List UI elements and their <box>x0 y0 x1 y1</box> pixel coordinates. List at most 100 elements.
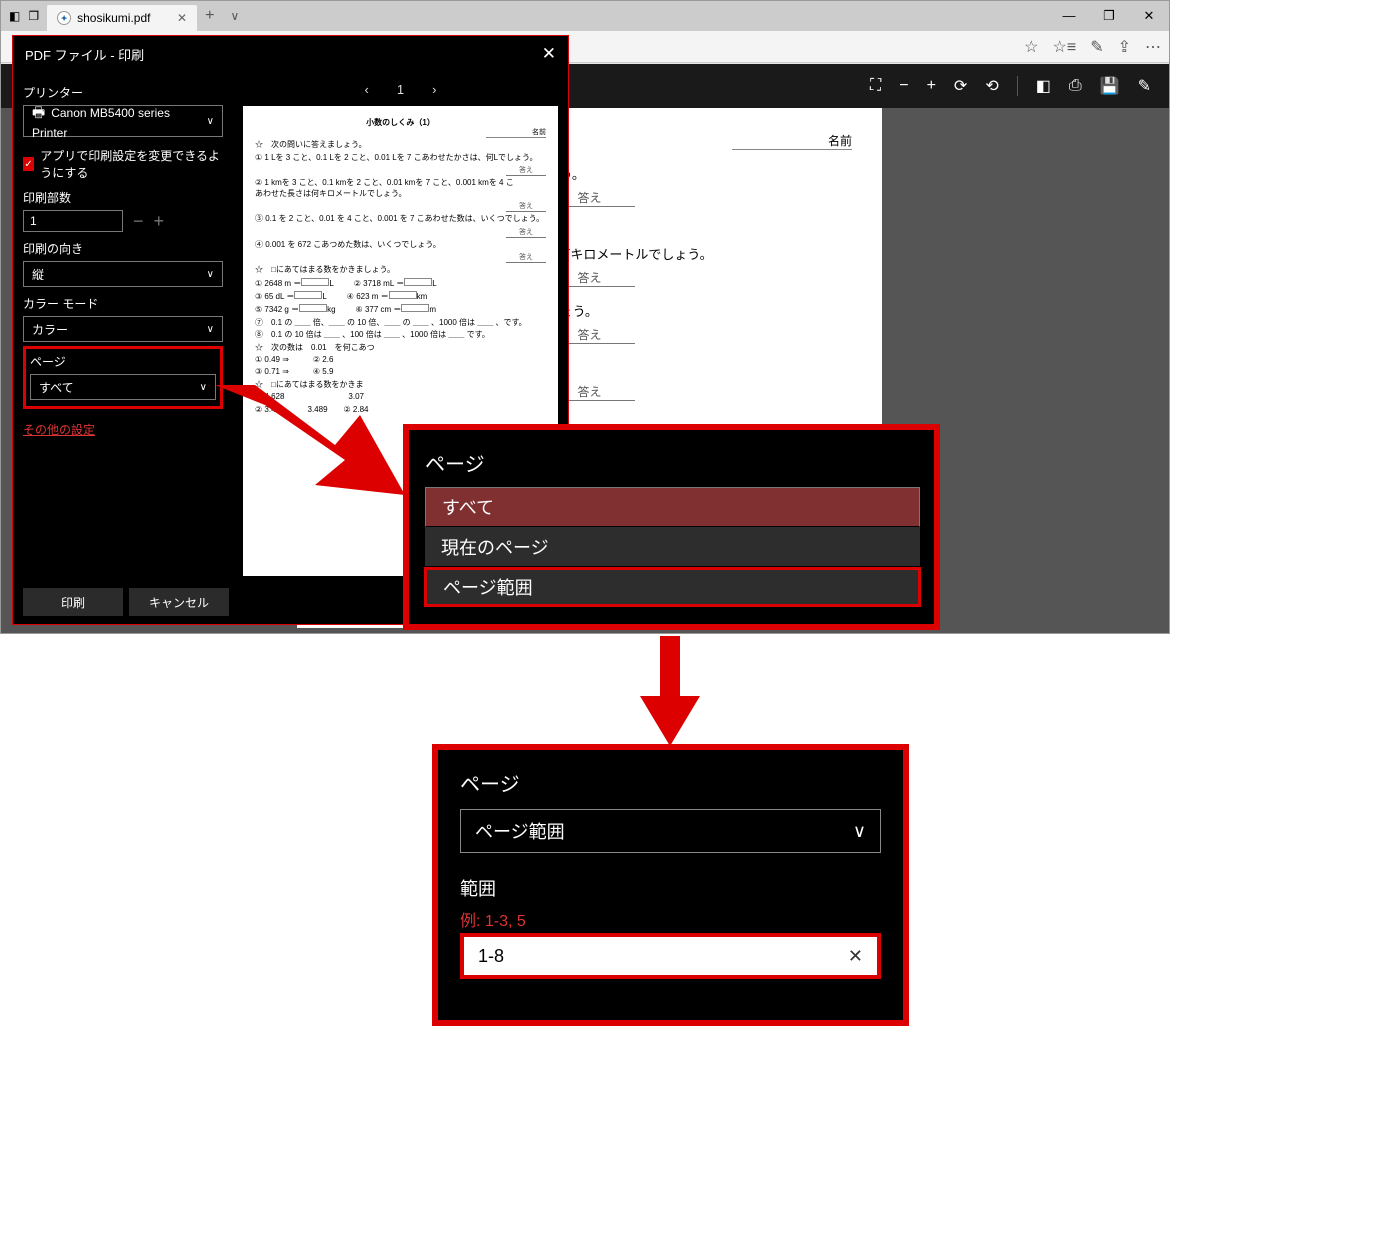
printer-select[interactable]: 🖶Canon MB5400 series Printer ∨ <box>23 105 223 137</box>
prev-r6: ① 0.49 ⇒ ② 2.6 <box>255 355 546 365</box>
cancel-button[interactable]: キャンセル <box>129 588 229 616</box>
pages-select[interactable]: すべて ∨ <box>30 374 216 400</box>
range-example: 例: 1-3, 5 <box>460 907 881 931</box>
range-pages-label: ページ <box>460 768 881 797</box>
pages-dropdown-callout: ページ すべて 現在のページ ページ範囲 <box>403 424 940 630</box>
new-tab-button[interactable]: + <box>197 7 222 25</box>
prev-p1: ☆ 次の問いに答えましょう。 <box>255 140 546 150</box>
clear-input-icon[interactable]: ✕ <box>848 946 863 967</box>
prev-p7: ☆ 次の数は 0.01 を何こあつ <box>255 343 546 353</box>
copies-input[interactable] <box>23 210 123 232</box>
pen-icon[interactable]: ✎ <box>1090 37 1103 57</box>
dialog-close-button[interactable]: ✕ <box>542 44 556 64</box>
page-number: 1 <box>397 82 404 97</box>
prev-r5: ⑧ 0.1 の 10 倍は ＿＿ 、100 倍は ＿＿ 、1000 倍は ＿＿ … <box>255 330 546 340</box>
app-setting-label: アプリで印刷設定を変更できるようにする <box>40 147 223 181</box>
copies-plus[interactable]: + <box>154 211 165 232</box>
range-label: 範囲 <box>460 875 881 901</box>
zoom-in-icon[interactable]: + <box>927 77 936 95</box>
preview-pager: ‹ 1 › <box>233 72 568 106</box>
callout-arrow-2 <box>640 636 700 746</box>
checkbox-checked-icon: ✓ <box>23 157 34 171</box>
color-value: カラー <box>32 321 68 338</box>
printer-value: Canon MB5400 series Printer <box>32 106 170 140</box>
app-icon-2: ❐ <box>28 9 39 23</box>
prev-r4: ⑦ 0.1 の ＿＿ 倍、＿＿ の 10 倍、＿＿ の ＿＿ 、1000 倍は … <box>255 318 546 328</box>
app-setting-checkbox[interactable]: ✓ アプリで印刷設定を変更できるようにする <box>23 147 223 181</box>
other-settings-link[interactable]: その他の設定 <box>23 421 223 438</box>
tab-close-icon[interactable]: ✕ <box>177 11 187 25</box>
page-range-callout: ページ ページ範囲 ∨ 範囲 例: 1-3, 5 1-8 ✕ <box>432 744 909 1026</box>
prev-p4: ③ 0.1 を 2 こと、0.01 を 4 こと、0.001 を 7 こあわせた… <box>255 214 546 224</box>
dialog-header: PDF ファイル - 印刷 ✕ <box>13 36 568 72</box>
color-select[interactable]: カラー ∨ <box>23 316 223 342</box>
zoom-out-icon[interactable]: − <box>899 77 908 95</box>
prev-p2: ① 1 Lを 3 こと、0.1 Lを 2 こと、0.01 Lを 7 こあわせたか… <box>255 153 546 163</box>
prev-ans: 答え <box>506 166 546 176</box>
star-icon[interactable]: ☆ <box>1024 37 1038 57</box>
tab-chevron-icon[interactable]: ∨ <box>222 9 247 23</box>
pages-value: すべて <box>39 379 74 396</box>
pages-highlight-box: ページ すべて ∨ <box>23 346 223 409</box>
dropdown-option-all[interactable]: すべて <box>425 487 920 527</box>
window-close[interactable]: ✕ <box>1129 8 1169 24</box>
window-controls: — ❐ ✕ <box>1049 8 1169 24</box>
copies-label: 印刷部数 <box>23 189 223 206</box>
chevron-down-icon: ∨ <box>207 269 214 280</box>
tab-favicon: ✦ <box>57 11 71 25</box>
save-icon[interactable]: 💾 <box>1100 76 1120 96</box>
prev-p8: ☆ □にあてはまる数をかきま <box>255 380 546 390</box>
prev-r9: ② 3.4 3.489 ② 2.84 <box>255 405 546 415</box>
chevron-down-icon: ∨ <box>200 382 207 393</box>
prev-ans: 答え <box>506 253 546 263</box>
prev-row: ③ 65 dL ＝L ④ 623 m ＝km <box>255 291 546 302</box>
range-select[interactable]: ページ範囲 ∨ <box>460 809 881 853</box>
copies-stepper: − + <box>23 210 223 232</box>
dropdown-label: ページ <box>425 448 920 477</box>
dialog-footer: 印刷 キャンセル <box>23 588 229 616</box>
refresh-icon[interactable]: ⟳ <box>954 76 967 96</box>
window-maximize[interactable]: ❐ <box>1089 8 1129 24</box>
print-icon[interactable]: ⎙ <box>1069 77 1082 95</box>
prev-p5: ④ 0.001 を 672 こあつめた数は、いくつでしょう。 <box>255 240 546 250</box>
orientation-label: 印刷の向き <box>23 240 223 257</box>
annotate-icon[interactable]: ✎ <box>1138 76 1151 96</box>
prev-r7: ③ 0.71 ⇒ ④ 5.9 <box>255 367 546 377</box>
print-button[interactable]: 印刷 <box>23 588 123 616</box>
chevron-down-icon: ∨ <box>207 116 214 127</box>
print-settings-panel: プリンター 🖶Canon MB5400 series Printer ∨ ✓ ア… <box>13 72 233 586</box>
color-label: カラー モード <box>23 295 223 312</box>
more-icon[interactable]: ⋯ <box>1145 37 1161 57</box>
copies-minus[interactable]: − <box>133 211 144 232</box>
favorites-icon[interactable]: ☆≡ <box>1053 37 1077 57</box>
orientation-select[interactable]: 縦 ∨ <box>23 261 223 287</box>
next-page-button[interactable]: › <box>432 82 436 97</box>
prev-page-button[interactable]: ‹ <box>365 82 369 97</box>
range-select-value: ページ範囲 <box>475 818 565 844</box>
fit-icon[interactable]: ⛶ <box>870 77 881 95</box>
dropdown-option-range[interactable]: ページ範囲 <box>424 567 921 607</box>
tab-title: shosikumi.pdf <box>77 11 150 25</box>
prev-ans: 答え <box>506 202 546 212</box>
prev-row: ⑤ 7342 g ＝kg ⑥ 377 cm ＝m <box>255 304 546 315</box>
app-icon-1: ◧ <box>9 9 20 23</box>
printer-icon: 🖶 <box>32 104 45 120</box>
read-icon[interactable]: ◧ <box>1036 76 1051 96</box>
dropdown-option-current[interactable]: 現在のページ <box>425 527 920 567</box>
dialog-title: PDF ファイル - 印刷 <box>25 45 144 64</box>
tab-bar: ◧ ❐ ✦ shosikumi.pdf ✕ + ∨ — ❐ ✕ <box>1 1 1169 31</box>
prev-p3: ② 1 kmを 3 こと、0.1 kmを 2 こと、0.01 kmを 7 こと、… <box>255 178 546 199</box>
prev-title: 小数のしくみ（1） <box>255 118 546 128</box>
range-input-value: 1-8 <box>478 946 504 967</box>
tab-shosikumi[interactable]: ✦ shosikumi.pdf ✕ <box>47 5 197 31</box>
printer-label: プリンター <box>23 84 223 101</box>
share-icon[interactable]: ⇪ <box>1118 37 1131 57</box>
rotate-icon[interactable]: ⟲ <box>985 76 998 96</box>
prev-name: 名前 <box>486 128 546 138</box>
dropdown-list: すべて 現在のページ ページ範囲 <box>425 487 920 607</box>
window-minimize[interactable]: — <box>1049 8 1089 24</box>
prev-r8: ① 4.628 3.07 <box>255 392 546 402</box>
range-input[interactable]: 1-8 ✕ <box>460 933 881 979</box>
chevron-down-icon: ∨ <box>853 821 866 842</box>
titlebar-icons: ◧ ❐ <box>1 9 47 23</box>
